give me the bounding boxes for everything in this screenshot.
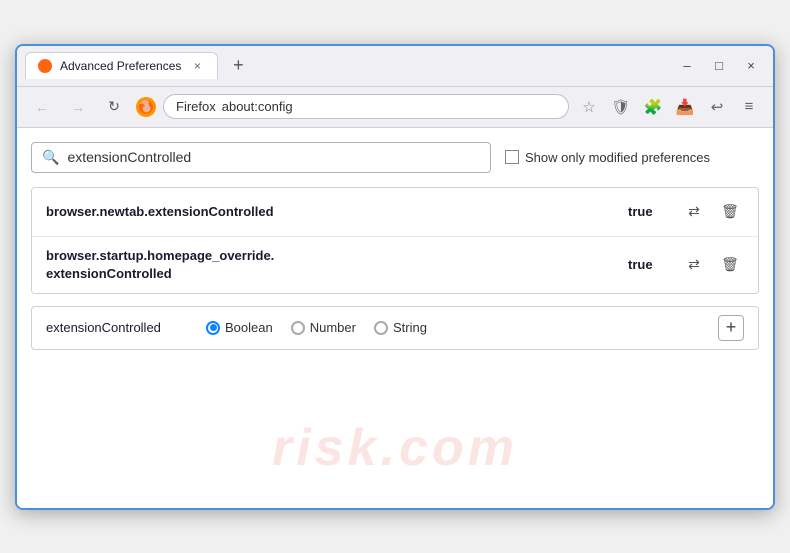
new-preference-row: extensionControlled Boolean Number Strin… (31, 306, 759, 350)
address-text: about:config (222, 99, 293, 114)
show-modified-label: Show only modified preferences (525, 150, 710, 165)
show-modified-container: Show only modified preferences (505, 150, 710, 165)
search-icon: 🔍 (42, 149, 59, 166)
radio-string-circle (374, 321, 388, 335)
table-row: browser.newtab.extensionControlled true … (32, 188, 758, 237)
pref-name-2: browser.startup.homepage_override. exten… (46, 247, 616, 283)
window-close-button[interactable]: × (737, 55, 765, 77)
pref-name-1: browser.newtab.extensionControlled (46, 204, 616, 219)
forward-button[interactable]: → (63, 92, 93, 122)
arrows-icon-2: ⇄ (688, 256, 700, 273)
tab-title: Advanced Preferences (60, 59, 181, 73)
search-box[interactable]: 🔍 extensionControlled (31, 142, 491, 173)
refresh-button[interactable]: ↻ (99, 92, 129, 122)
radio-number-label: Number (310, 320, 356, 335)
radio-number-circle (291, 321, 305, 335)
downloads-icon[interactable]: 📥 (671, 93, 699, 121)
radio-boolean[interactable]: Boolean (206, 320, 273, 335)
toolbar-icons: ☆ 🛡 🧩 📥 ↩ ≡ (575, 93, 763, 121)
arrows-icon-1: ⇄ (688, 203, 700, 220)
radio-number[interactable]: Number (291, 320, 356, 335)
preferences-table: browser.newtab.extensionControlled true … (31, 187, 759, 294)
browser-window: Advanced Preferences × + – □ × ← → ↻ Fir… (15, 44, 775, 510)
search-input[interactable]: extensionControlled (67, 149, 191, 165)
radio-string[interactable]: String (374, 320, 427, 335)
pref-name-2-line2: extensionControlled (46, 266, 172, 281)
browser-name: Firefox (176, 99, 216, 114)
type-radio-group: Boolean Number String (206, 320, 427, 335)
menu-icon[interactable]: ≡ (735, 93, 763, 121)
pref-value-1: true (628, 204, 668, 219)
new-pref-name: extensionControlled (46, 320, 186, 335)
shield-icon[interactable]: 🛡 (607, 93, 635, 121)
firefox-logo-icon (135, 96, 157, 118)
tab-favicon (38, 59, 52, 73)
content-area: 🔍 extensionControlled Show only modified… (17, 128, 773, 508)
table-row: browser.startup.homepage_override. exten… (32, 237, 758, 293)
new-tab-button[interactable]: + (224, 52, 252, 80)
add-preference-button[interactable]: + (718, 315, 744, 341)
radio-boolean-circle (206, 321, 220, 335)
pref-name-2-line1: browser.startup.homepage_override. (46, 248, 274, 263)
minimize-button[interactable]: – (673, 55, 701, 77)
show-modified-checkbox[interactable] (505, 150, 519, 164)
restore-button[interactable]: □ (705, 55, 733, 77)
toggle-button-1[interactable]: ⇄ (680, 198, 708, 226)
pref-actions-2: ⇄ 🗑 (680, 251, 744, 279)
watermark: risk.com (272, 418, 518, 478)
history-icon[interactable]: ↩ (703, 93, 731, 121)
bookmark-star-icon[interactable]: ☆ (575, 93, 603, 121)
trash-icon-1: 🗑 (721, 203, 739, 220)
trash-icon-2: 🗑 (721, 256, 739, 273)
delete-button-2[interactable]: 🗑 (716, 251, 744, 279)
toggle-button-2[interactable]: ⇄ (680, 251, 708, 279)
radio-string-label: String (393, 320, 427, 335)
tab-close-button[interactable]: × (189, 58, 205, 74)
extension-icon[interactable]: 🧩 (639, 93, 667, 121)
pref-value-2: true (628, 257, 668, 272)
search-row: 🔍 extensionControlled Show only modified… (31, 142, 759, 173)
navigation-bar: ← → ↻ Firefox about:config ☆ 🛡 🧩 📥 ↩ ≡ (17, 87, 773, 128)
back-button[interactable]: ← (27, 92, 57, 122)
delete-button-1[interactable]: 🗑 (716, 198, 744, 226)
title-bar: Advanced Preferences × + – □ × (17, 46, 773, 87)
window-controls: – □ × (673, 55, 765, 77)
browser-tab[interactable]: Advanced Preferences × (25, 52, 218, 79)
pref-actions-1: ⇄ 🗑 (680, 198, 744, 226)
address-bar[interactable]: Firefox about:config (163, 94, 569, 119)
radio-boolean-label: Boolean (225, 320, 273, 335)
